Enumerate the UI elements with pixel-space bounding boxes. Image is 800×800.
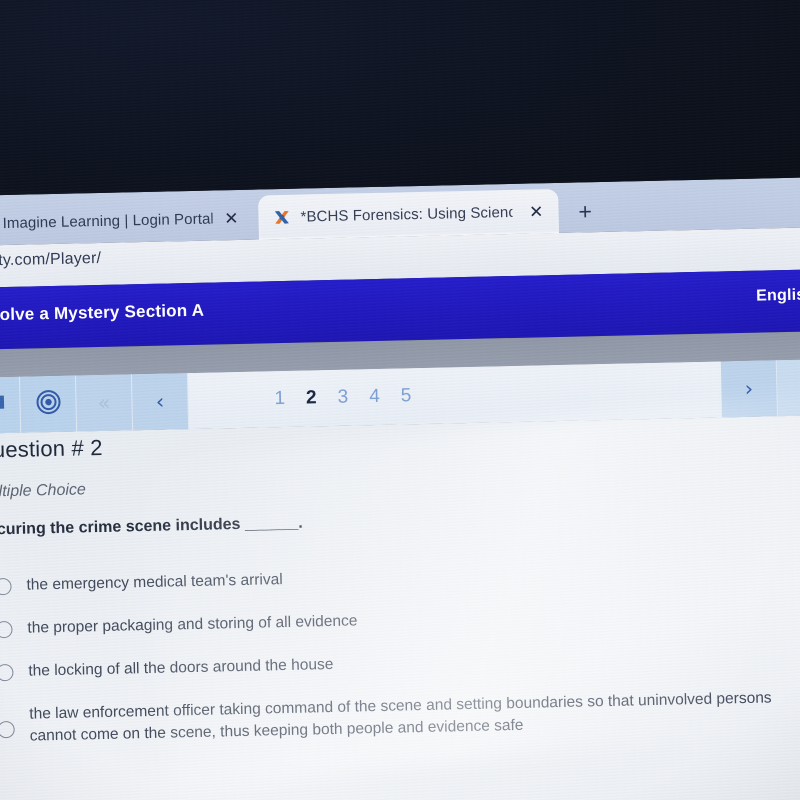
answer-option[interactable]: the law enforcement officer taking comma… bbox=[0, 685, 800, 748]
answer-option-label: the proper packaging and storing of all … bbox=[27, 612, 358, 637]
question-title: Question # 2 bbox=[0, 434, 103, 463]
edgenuity-x-icon bbox=[272, 207, 291, 226]
address-bar-url: uity.com/Player/ bbox=[0, 249, 102, 270]
browser-tab-imagine-learning[interactable]: Imagine Learning | Login Portal ✕ bbox=[0, 196, 254, 246]
previous-page-button[interactable]: ‹ bbox=[131, 373, 190, 431]
close-icon[interactable]: ✕ bbox=[526, 201, 547, 222]
close-icon[interactable]: ✕ bbox=[221, 207, 242, 228]
next-page-button[interactable]: › bbox=[720, 360, 778, 418]
language-label: English bbox=[756, 286, 800, 305]
chevron-left-icon: ‹ bbox=[155, 389, 165, 414]
answer-option-list: the emergency medical team's arrival the… bbox=[0, 556, 800, 769]
objectives-button[interactable] bbox=[19, 375, 78, 433]
answer-option-label: the law enforcement officer taking comma… bbox=[29, 689, 772, 745]
page-number-4[interactable]: 4 bbox=[369, 386, 380, 408]
browser-tab-bchs-forensics[interactable]: *BCHS Forensics: Using Science ✕ bbox=[258, 188, 559, 240]
answer-option[interactable]: the proper packaging and storing of all … bbox=[0, 599, 800, 640]
book-icon bbox=[0, 393, 5, 419]
screenshot-root: Imagine Learning | Login Portal ✕ *BCHS … bbox=[0, 0, 800, 800]
last-page-button[interactable]: » bbox=[776, 358, 800, 417]
chevron-right-icon: › bbox=[744, 376, 754, 401]
target-icon bbox=[35, 388, 62, 420]
glossary-button[interactable] bbox=[0, 376, 22, 434]
new-tab-button[interactable]: + bbox=[578, 198, 592, 224]
answer-option[interactable]: the emergency medical team's arrival bbox=[0, 556, 800, 597]
answer-option[interactable]: the locking of all the doors around the … bbox=[0, 642, 800, 683]
page-number-1[interactable]: 1 bbox=[274, 388, 285, 410]
question-type-label: Multiple Choice bbox=[0, 481, 87, 501]
question-stem: Securing the crime scene includes ______… bbox=[0, 514, 303, 539]
language-selector[interactable]: English bbox=[756, 286, 800, 306]
radio-button[interactable] bbox=[0, 720, 15, 739]
question-panel: Question # 2 Multiple Choice Securing th… bbox=[0, 414, 800, 800]
radio-button[interactable] bbox=[0, 620, 13, 639]
browser-tab-title: *BCHS Forensics: Using Science bbox=[300, 203, 513, 226]
page-number-2[interactable]: 2 bbox=[306, 387, 317, 409]
browser-tab-title: Imagine Learning | Login Portal bbox=[2, 210, 213, 232]
page-number-5[interactable]: 5 bbox=[401, 385, 412, 407]
answer-option-label: the locking of all the doors around the … bbox=[28, 655, 334, 680]
answer-option-label: the emergency medical team's arrival bbox=[26, 571, 283, 594]
course-title: o Solve a Mystery Section A bbox=[0, 300, 205, 325]
page-number-3[interactable]: 3 bbox=[337, 387, 348, 409]
nav-right-group: › » › bbox=[720, 358, 800, 418]
double-chevron-left-icon: « bbox=[97, 390, 111, 415]
radio-button[interactable] bbox=[0, 663, 14, 682]
first-page-button[interactable]: « bbox=[75, 374, 134, 432]
browser-window: Imagine Learning | Login Portal ✕ *BCHS … bbox=[0, 176, 800, 800]
radio-button[interactable] bbox=[0, 577, 12, 596]
